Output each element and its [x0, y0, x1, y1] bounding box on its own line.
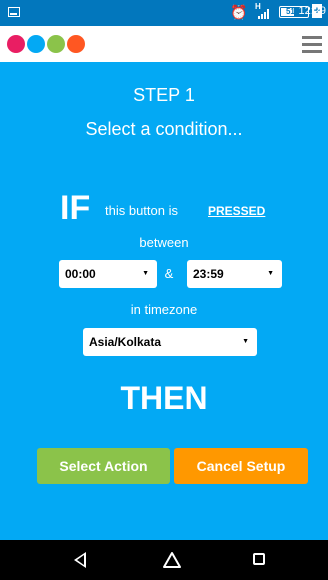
- button-state-link[interactable]: PRESSED: [208, 203, 265, 219]
- if-label: IF: [60, 189, 91, 227]
- timezone-select[interactable]: Asia/Kolkata ▼: [83, 328, 257, 356]
- system-nav-bar: [0, 540, 328, 580]
- then-label: THEN: [120, 380, 208, 416]
- between-label: between: [139, 235, 189, 250]
- start-time-select[interactable]: 00:00 ▼: [59, 260, 157, 288]
- app-header: [0, 26, 328, 62]
- timezone-value: Asia/Kolkata: [89, 335, 162, 349]
- signal-icon: [258, 9, 270, 19]
- cancel-setup-button[interactable]: Cancel Setup: [174, 448, 308, 484]
- end-time-select[interactable]: 23:59 ▼: [187, 260, 282, 288]
- step-title: STEP 1: [133, 85, 195, 105]
- start-time-value: 00:00: [65, 267, 96, 281]
- logo-dot-blue: [27, 35, 45, 53]
- end-time-value: 23:59: [193, 267, 224, 281]
- chevron-down-icon: ▼: [242, 338, 249, 345]
- logo-dot-pink: [7, 35, 25, 53]
- ampersand-label: &: [164, 266, 174, 281]
- condition-panel: STEP 1 Select a condition... IF this but…: [0, 62, 328, 540]
- logo-dot-orange: [67, 35, 85, 53]
- hamburger-menu-icon[interactable]: [302, 36, 322, 53]
- if-condition-row: IF this button is PRESSED: [0, 190, 328, 226]
- back-icon[interactable]: [74, 552, 86, 568]
- if-description: this button is: [105, 203, 178, 218]
- alarm-icon: ⏰: [230, 4, 248, 20]
- status-bar: ⏰ H 51% + 12:29: [0, 0, 328, 26]
- logo-dot-green: [47, 35, 65, 53]
- app-screen: ⏰ H 51% + 12:29 STEP 1 Select a conditio…: [0, 0, 328, 580]
- clock: 12:29: [298, 5, 326, 17]
- chevron-down-icon: ▼: [267, 270, 274, 277]
- recents-icon[interactable]: [253, 553, 265, 565]
- select-action-button[interactable]: Select Action: [37, 448, 170, 484]
- step-subtitle: Select a condition...: [85, 119, 243, 139]
- screenshot-icon: [8, 7, 20, 17]
- chevron-down-icon: ▼: [142, 270, 149, 277]
- timezone-label: in timezone: [130, 302, 198, 317]
